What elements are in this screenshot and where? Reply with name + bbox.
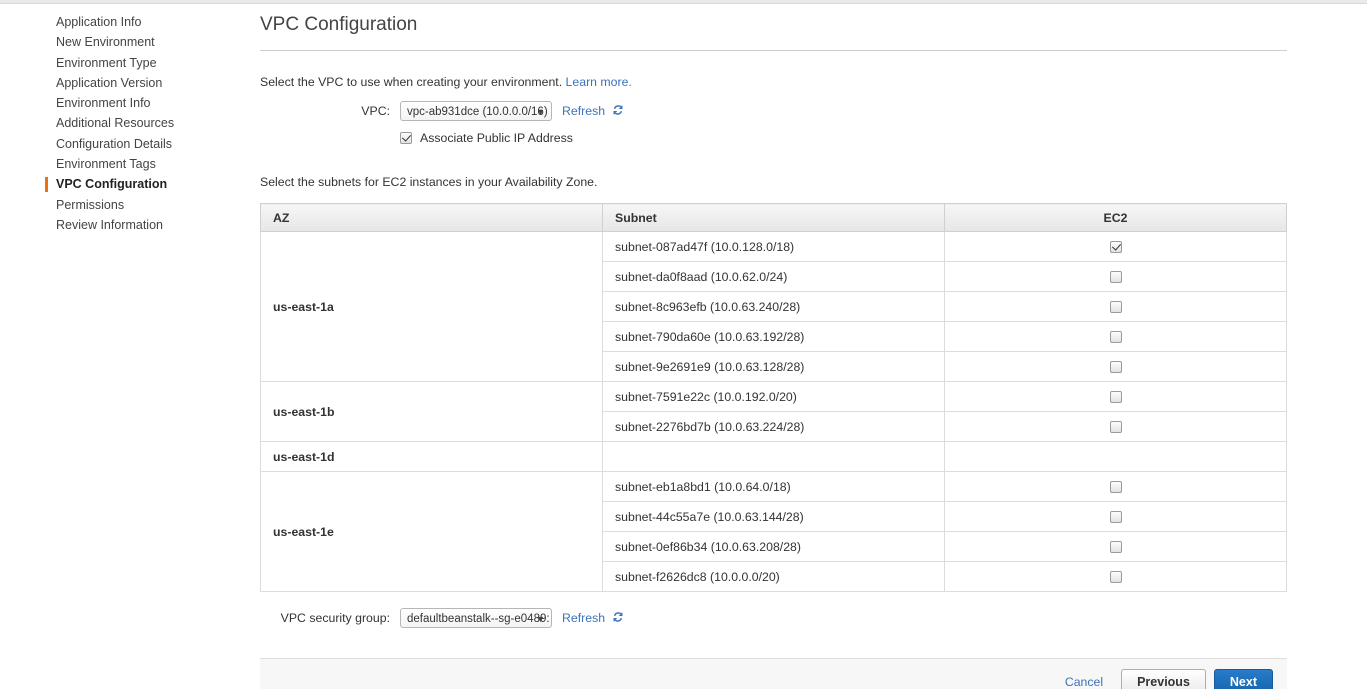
chevron-down-icon: ▼: [536, 614, 545, 624]
ec2-checkbox[interactable]: [1109, 481, 1122, 494]
ec2-cell: [944, 441, 1287, 472]
associate-public-ip-label: Associate Public IP Address: [420, 131, 573, 145]
column-header-az: AZ: [260, 203, 603, 232]
subnet-cell: subnet-9e2691e9 (10.0.63.128/28): [602, 351, 945, 382]
chevron-down-icon: ▼: [536, 107, 545, 117]
table-row: us-east-1a subnet-087ad47f (10.0.128.0/18…: [260, 231, 1287, 382]
vpc-field-row: VPC: vpc-ab931dce (10.0.0.0/16) ▼ Refres…: [260, 101, 1287, 121]
subnet-cell: subnet-2276bd7b (10.0.63.224/28): [602, 411, 945, 442]
sidebar-item-application-version[interactable]: Application Version: [0, 73, 230, 93]
main-content: VPC Configuration Select the VPC to use …: [260, 14, 1287, 689]
refresh-icon: [612, 611, 624, 626]
sidebar-item-new-environment[interactable]: New Environment: [0, 32, 230, 52]
vpc-intro-text: Select the VPC to use when creating your…: [260, 75, 1287, 89]
ec2-checkbox[interactable]: [1109, 331, 1122, 344]
ec2-checkbox[interactable]: [1109, 271, 1122, 284]
vpc-configuration-page: Application Info New Environment Environme…: [0, 0, 1367, 689]
security-group-field-row: VPC security group: defaultbeanstalk--sg…: [260, 608, 1287, 628]
wizard-step-sidebar: Application Info New Environment Environme…: [0, 12, 230, 235]
ec2-checkbox[interactable]: [1109, 241, 1122, 254]
sidebar-item-permissions[interactable]: Permissions: [0, 195, 230, 215]
table-row: us-east-1d: [260, 441, 1287, 472]
associate-public-ip-row[interactable]: Associate Public IP Address: [260, 131, 1287, 145]
security-group-refresh-label: Refresh: [562, 610, 606, 625]
ec2-cell[interactable]: [944, 411, 1287, 442]
vpc-refresh-label: Refresh: [562, 103, 606, 118]
ec2-cell[interactable]: [944, 381, 1287, 412]
ec2-checkbox[interactable]: [1109, 541, 1122, 554]
sidebar-item-environment-type[interactable]: Environment Type: [0, 53, 230, 73]
page-title: VPC Configuration: [260, 14, 1287, 51]
vpc-label: VPC:: [361, 104, 390, 118]
ec2-checkbox[interactable]: [1109, 391, 1122, 404]
learn-more-link[interactable]: Learn more.: [566, 75, 632, 89]
subnet-cell: subnet-0ef86b34 (10.0.63.208/28): [602, 531, 945, 562]
ec2-checkbox[interactable]: [1109, 301, 1122, 314]
subnet-cell: subnet-44c55a7e (10.0.63.144/28): [602, 501, 945, 532]
az-cell: us-east-1a: [260, 231, 603, 382]
ec2-cell[interactable]: [944, 291, 1287, 322]
ec2-cell[interactable]: [944, 471, 1287, 502]
ec2-checkbox[interactable]: [1109, 511, 1122, 524]
subnets-table: AZ Subnet EC2 us-east-1a subnet-087ad47f …: [260, 203, 1287, 592]
ec2-cell[interactable]: [944, 501, 1287, 532]
column-header-subnet: Subnet: [602, 203, 945, 232]
sidebar-item-configuration-details[interactable]: Configuration Details: [0, 134, 230, 154]
sidebar-item-application-info[interactable]: Application Info: [0, 12, 230, 32]
vpc-intro-label: Select the VPC to use when creating your…: [260, 75, 563, 89]
subnet-cell: subnet-da0f8aad (10.0.62.0/24): [602, 261, 945, 292]
vpc-select-value: vpc-ab931dce (10.0.0.0/16): [407, 106, 548, 118]
table-row: us-east-1e subnet-eb1a8bd1 (10.0.64.0/18): [260, 471, 1287, 592]
subnet-cell: subnet-eb1a8bd1 (10.0.64.0/18): [602, 471, 945, 502]
sidebar-item-vpc-configuration[interactable]: VPC Configuration: [0, 174, 230, 194]
ec2-cell[interactable]: [944, 261, 1287, 292]
ec2-cell[interactable]: [944, 561, 1287, 592]
table-header-row: AZ Subnet EC2: [260, 203, 1287, 232]
subnet-cell: subnet-790da60e (10.0.63.192/28): [602, 321, 945, 352]
top-divider: [0, 0, 1367, 4]
security-group-select-value: defaultbeanstalk--sg-e0489:: [407, 613, 550, 625]
security-group-select[interactable]: defaultbeanstalk--sg-e0489: ▼: [400, 608, 552, 628]
az-cell: us-east-1e: [260, 471, 603, 592]
wizard-footer: Cancel Previous Next: [260, 658, 1287, 689]
ec2-checkbox[interactable]: [1109, 421, 1122, 434]
subnet-cell: [602, 441, 945, 472]
sidebar-item-environment-info[interactable]: Environment Info: [0, 93, 230, 113]
ec2-cell[interactable]: [944, 351, 1287, 382]
ec2-cell[interactable]: [944, 321, 1287, 352]
subnet-cell: subnet-087ad47f (10.0.128.0/18): [602, 231, 945, 262]
sidebar-item-review-information[interactable]: Review Information: [0, 215, 230, 235]
table-row: us-east-1b subnet-7591e22c (10.0.192.0/20…: [260, 381, 1287, 442]
security-group-refresh-button[interactable]: Refresh: [562, 611, 624, 626]
refresh-icon: [612, 104, 624, 119]
associate-public-ip-checkbox[interactable]: [400, 132, 412, 144]
security-group-label: VPC security group:: [280, 611, 390, 625]
az-cell: us-east-1b: [260, 381, 603, 442]
subnet-cell: subnet-8c963efb (10.0.63.240/28): [602, 291, 945, 322]
subnets-intro-text: Select the subnets for EC2 instances in …: [260, 175, 598, 189]
ec2-cell[interactable]: [944, 231, 1287, 262]
sidebar-item-additional-resources[interactable]: Additional Resources: [0, 113, 230, 133]
cancel-button[interactable]: Cancel: [1065, 675, 1103, 689]
ec2-cell[interactable]: [944, 531, 1287, 562]
subnet-cell: subnet-f2626dc8 (10.0.0.0/20): [602, 561, 945, 592]
ec2-checkbox[interactable]: [1109, 571, 1122, 584]
ec2-checkbox[interactable]: [1109, 361, 1122, 374]
vpc-select[interactable]: vpc-ab931dce (10.0.0.0/16) ▼: [400, 101, 552, 121]
column-header-ec2: EC2: [944, 203, 1287, 232]
sidebar-item-environment-tags[interactable]: Environment Tags: [0, 154, 230, 174]
az-cell: us-east-1d: [260, 441, 603, 472]
vpc-refresh-button[interactable]: Refresh: [562, 104, 624, 119]
subnet-cell: subnet-7591e22c (10.0.192.0/20): [602, 381, 945, 412]
next-button[interactable]: Next: [1213, 669, 1273, 689]
previous-button[interactable]: Previous: [1121, 669, 1206, 689]
